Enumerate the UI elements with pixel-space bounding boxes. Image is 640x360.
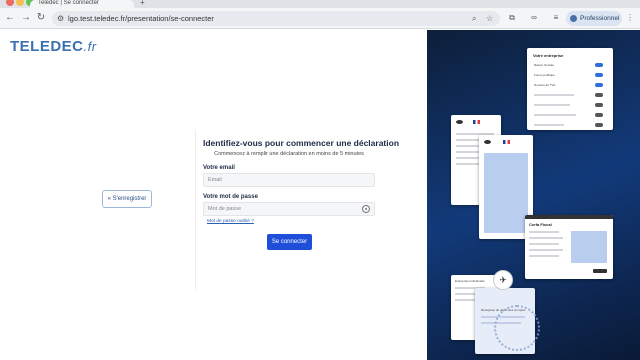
toggle-on-icon — [595, 73, 603, 77]
blue-form-block — [484, 153, 528, 233]
zoom-icon[interactable]: ⌕ — [472, 12, 476, 25]
bookmark-star-icon[interactable]: ☆ — [486, 12, 493, 25]
login-button[interactable]: Se connecter — [267, 234, 312, 250]
site-info-icon[interactable]: ⚙ — [57, 12, 64, 25]
close-window-icon[interactable] — [6, 0, 14, 6]
marianne-logo-icon — [484, 140, 491, 144]
browser-tab[interactable]: Teledec | Se connecter — [30, 0, 134, 8]
address-bar[interactable]: ⚙ lgo.test.teledec.fr/presentation/se-co… — [52, 11, 500, 26]
register-label: S'enregistrer — [112, 196, 147, 202]
extensions-icon[interactable]: ⧉ — [506, 12, 518, 24]
cerfa-form-card: Cerfa Fiscal — [525, 215, 613, 279]
toggle-on-icon — [595, 83, 603, 87]
toggle-off-icon — [595, 103, 603, 107]
placeholder-line — [529, 237, 563, 239]
placeholder-line — [534, 114, 576, 116]
card-header-bar — [525, 215, 613, 219]
tab-title: Teledec | Se connecter — [38, 0, 99, 6]
placeholder-line — [529, 255, 559, 257]
page-content: TELEDEC.fr « S'enregistrer Identifiez-vo… — [0, 30, 640, 360]
toggle-off-icon — [595, 113, 603, 117]
illustration-panel: Votre entreprise Raison Sociale Forme ju… — [427, 30, 640, 360]
french-flag-icon — [503, 140, 510, 144]
tab-search-icon[interactable]: ≡ — [550, 12, 562, 24]
form-subtitle: Commencez à remplir une déclaration en m… — [214, 151, 364, 157]
blue-table-block — [571, 231, 607, 263]
placeholder-line — [529, 249, 563, 251]
card-action-button — [593, 269, 607, 273]
arrow-left-icon: « — [107, 196, 111, 202]
reload-icon[interactable]: ↻ — [35, 12, 47, 24]
password-label: Votre mot de passe — [203, 194, 258, 200]
password-input[interactable]: Mot de passe — [203, 202, 375, 216]
logo-suffix: .fr — [83, 39, 97, 54]
placeholder-line — [529, 243, 559, 245]
browser-toolbar: ← → ↻ ⚙ lgo.test.teledec.fr/presentation… — [0, 8, 640, 29]
register-button[interactable]: « S'enregistrer — [102, 190, 152, 208]
teledec-logo[interactable]: TELEDEC.fr — [10, 38, 97, 55]
profile-button[interactable]: Professionnel — [566, 11, 622, 26]
left-doc-label: Entreprise Individuelle — [455, 279, 485, 283]
settings-card-title: Votre entreprise — [533, 53, 564, 58]
settings-row-2: Forme juridique — [534, 73, 555, 77]
browser-menu-icon[interactable]: ⋮ — [626, 12, 634, 24]
placeholder-line — [534, 94, 574, 96]
new-tab-icon[interactable]: + — [140, 0, 145, 7]
forward-icon[interactable]: → — [20, 12, 32, 24]
minimize-window-icon[interactable] — [16, 0, 24, 6]
toggle-off-icon — [595, 123, 603, 127]
form-title: Identifiez-vous pour commencer une décla… — [203, 138, 400, 148]
password-placeholder: Mot de passe — [208, 206, 242, 212]
company-settings-card: Votre entreprise Raison Sociale Forme ju… — [527, 48, 613, 130]
email-input[interactable]: Email — [203, 173, 375, 187]
link-icon[interactable]: ∞ — [528, 12, 540, 24]
toggle-off-icon — [595, 93, 603, 97]
forgot-password-link[interactable]: Mot de passe oublié ? — [207, 219, 375, 224]
toggle-on-icon — [595, 63, 603, 67]
profile-avatar-icon — [570, 15, 577, 22]
back-icon[interactable]: ← — [4, 12, 16, 24]
logo-text: TELEDEC — [10, 38, 84, 55]
show-password-icon[interactable] — [362, 205, 370, 213]
email-placeholder: Email — [208, 177, 222, 183]
settings-row-1: Raison Sociale — [534, 63, 555, 67]
marianne-logo-icon — [456, 120, 463, 124]
url-text: lgo.test.teledec.fr/presentation/se-conn… — [68, 14, 214, 23]
browser-titlebar: Teledec | Se connecter + — [0, 0, 640, 8]
placeholder-line — [534, 104, 570, 106]
rocket-icon: ✈ — [493, 270, 513, 290]
form-card-title: Cerfa Fiscal — [529, 222, 552, 227]
form-divider — [195, 130, 196, 290]
placeholder-line — [534, 124, 564, 126]
placeholder-line — [529, 231, 559, 233]
profile-label: Professionnel — [580, 15, 620, 22]
settings-row-3: Numéro de TVA — [534, 83, 556, 87]
email-label: Votre email — [203, 165, 235, 171]
stamp-seal-icon — [494, 305, 540, 351]
login-form: Identifiez-vous pour commencer une décla… — [203, 138, 400, 224]
french-flag-icon — [473, 120, 480, 124]
